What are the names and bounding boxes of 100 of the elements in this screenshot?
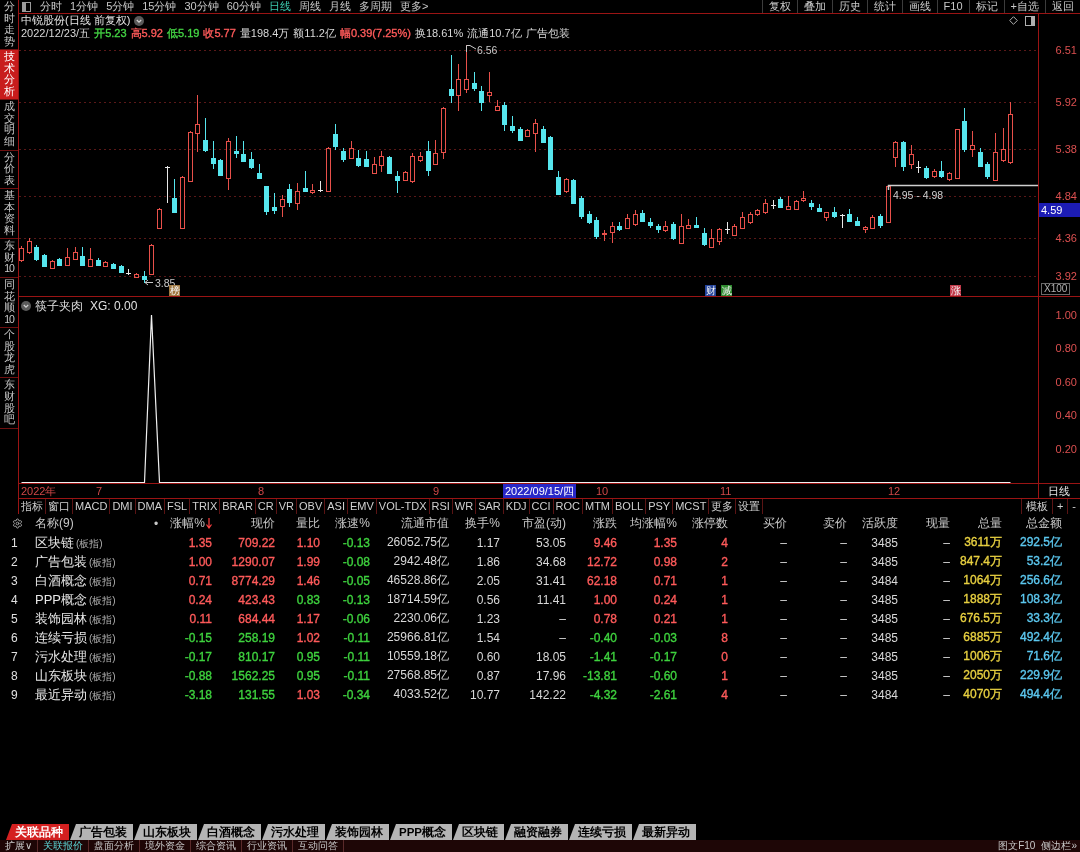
status-tab[interactable]: 关联报价 [38,840,90,852]
indicator-tab[interactable]: BOLL [613,499,647,514]
indicator-tab[interactable]: BRAR [220,499,256,514]
indicator-tab[interactable]: CCI [529,499,554,514]
column-header[interactable]: 换手% [452,515,503,532]
column-header[interactable]: • [150,516,165,531]
indicator-tab[interactable]: DMA [135,499,165,514]
column-header[interactable]: 涨速% [323,515,373,532]
panel-icon[interactable] [22,1,31,12]
event-tag[interactable]: 减 [721,285,732,296]
sector-name[interactable]: 装饰园林 [35,609,87,628]
indicator-tab[interactable]: SAR [476,499,504,514]
indicator-tab[interactable]: OBV [297,499,326,514]
indicator-tool-button[interactable]: - [1067,499,1080,514]
toolbar-button[interactable]: 返回 [1045,0,1080,13]
period-tab[interactable]: 日线 [265,0,295,13]
sidebar-tab[interactable]: 分时走势 [0,0,18,51]
column-header[interactable]: 买价 [731,515,790,532]
indicator-tab[interactable]: 窗口 [46,499,73,514]
indicator-tool-button[interactable]: + [1051,499,1068,514]
status-tab[interactable]: 扩展∨ [0,840,39,852]
sidebar-tab[interactable]: 基本资料 [0,189,18,240]
period-tab[interactable]: 1分钟 [66,0,103,13]
indicator-tab[interactable]: RSI [429,499,453,514]
sector-tab[interactable]: 山东板块 [134,824,197,840]
event-tag[interactable]: 财 [705,285,716,296]
column-header[interactable]: 卖价 [790,515,850,532]
sidebar-tab[interactable]: 成交明细 [0,100,18,151]
sector-tab[interactable]: 区块链 [453,824,504,840]
dropdown-icon[interactable] [21,301,31,311]
indicator-tab[interactable]: MACD [73,499,111,514]
period-tab[interactable]: 周线 [295,0,325,13]
toolbar-button[interactable]: 统计 [866,0,902,13]
status-tab[interactable]: 互动问答 [293,840,345,852]
panel-icon[interactable] [1025,15,1035,26]
period-tab[interactable]: 30分钟 [180,0,223,13]
period-tab[interactable]: 15分钟 [138,0,181,13]
period-tab[interactable]: 月线 [325,0,355,13]
sector-tab[interactable]: 污水处理 [262,824,325,840]
indicator-tab[interactable]: VR [276,499,297,514]
event-tag[interactable]: 涨 [950,285,961,296]
indicator-tab[interactable]: MTM [583,499,614,514]
column-header[interactable]: 名称(9) [30,515,150,532]
sector-tab[interactable]: 装饰园林 [326,824,389,840]
period-tab[interactable]: 60分钟 [222,0,265,13]
sidebar-tab[interactable]: 东财股吧 [0,378,18,429]
indicator-tab[interactable]: 指标 [19,499,46,514]
indicator-tab[interactable]: WR [452,499,477,514]
sector-tab[interactable]: 连续亏损 [569,824,632,840]
period-tab[interactable]: 多周期 [355,0,396,13]
sector-name[interactable]: PPP概念 [35,590,87,609]
column-header[interactable]: 现量 [901,515,953,532]
dropdown-icon[interactable] [134,15,145,26]
toolbar-button[interactable]: +自选 [1003,0,1045,13]
sector-name[interactable]: 最近异动 [35,685,87,704]
sector-tab[interactable]: 关联品种 [6,824,69,840]
status-tab[interactable]: 盘面分析 [89,840,141,852]
toolbar-button[interactable]: 复权 [761,0,797,13]
sidebar-tab[interactable]: 东财10 [0,239,18,279]
indicator-tool-button[interactable]: 模板 [1020,499,1052,514]
period-tab[interactable]: 更多> [396,0,433,13]
indicator-tab[interactable]: PSY [646,499,674,514]
sector-tab[interactable]: 广告包装 [70,824,133,840]
column-header[interactable]: 总金额 [1005,515,1065,532]
column-header[interactable]: 总量 [953,515,1005,532]
status-tab[interactable]: 行业资讯 [242,840,294,852]
column-header[interactable]: 流通市值 [373,515,452,532]
column-header[interactable]: 活跃度 [850,515,901,532]
toolbar-button[interactable]: 叠加 [796,0,832,13]
toolbar-button[interactable]: 标记 [968,0,1004,13]
settings-icon[interactable] [11,518,23,529]
sector-name[interactable]: 区块链 [35,533,74,552]
indicator-tab[interactable]: EMV [347,499,377,514]
status-link[interactable]: 图文F10 [995,840,1039,852]
column-header[interactable]: 现价 [215,515,278,532]
sector-name[interactable]: 污水处理 [35,647,87,666]
indicator-tab[interactable]: CR [255,499,277,514]
column-header[interactable]: 涨停数 [680,515,731,532]
status-tab[interactable]: 境外资金 [140,840,192,852]
sector-name[interactable]: 山东板块 [35,666,87,685]
period-tab[interactable]: 5分钟 [102,0,139,13]
toolbar-button[interactable]: 画线 [901,0,937,13]
toolbar-button[interactable]: 历史 [831,0,867,13]
sidebar-tab[interactable]: 分价表 [0,150,18,190]
column-header[interactable]: 量比 [278,515,323,532]
indicator-tab[interactable]: ROC [553,499,583,514]
sidebar-tab[interactable]: 个股龙虎 [0,328,18,379]
sector-name[interactable]: 广告包装 [35,552,87,571]
column-header[interactable]: 涨幅% [165,515,215,532]
status-tab[interactable]: 综合资讯 [191,840,243,852]
column-header[interactable]: 市盈(动) [503,515,569,532]
sector-name[interactable]: 连续亏损 [35,628,87,647]
column-header[interactable]: 涨跌 [569,515,620,532]
indicator-tab[interactable]: 更多 [709,499,737,514]
toolbar-button[interactable]: F10 [936,0,969,13]
indicator-tab[interactable]: TRIX [190,499,221,514]
sidebar-tab[interactable]: 技术分析 [0,50,18,101]
indicator-tab[interactable]: KDJ [503,499,530,514]
sector-tab[interactable]: 融资融券 [505,824,568,840]
indicator-tab[interactable]: FSL [165,499,191,514]
